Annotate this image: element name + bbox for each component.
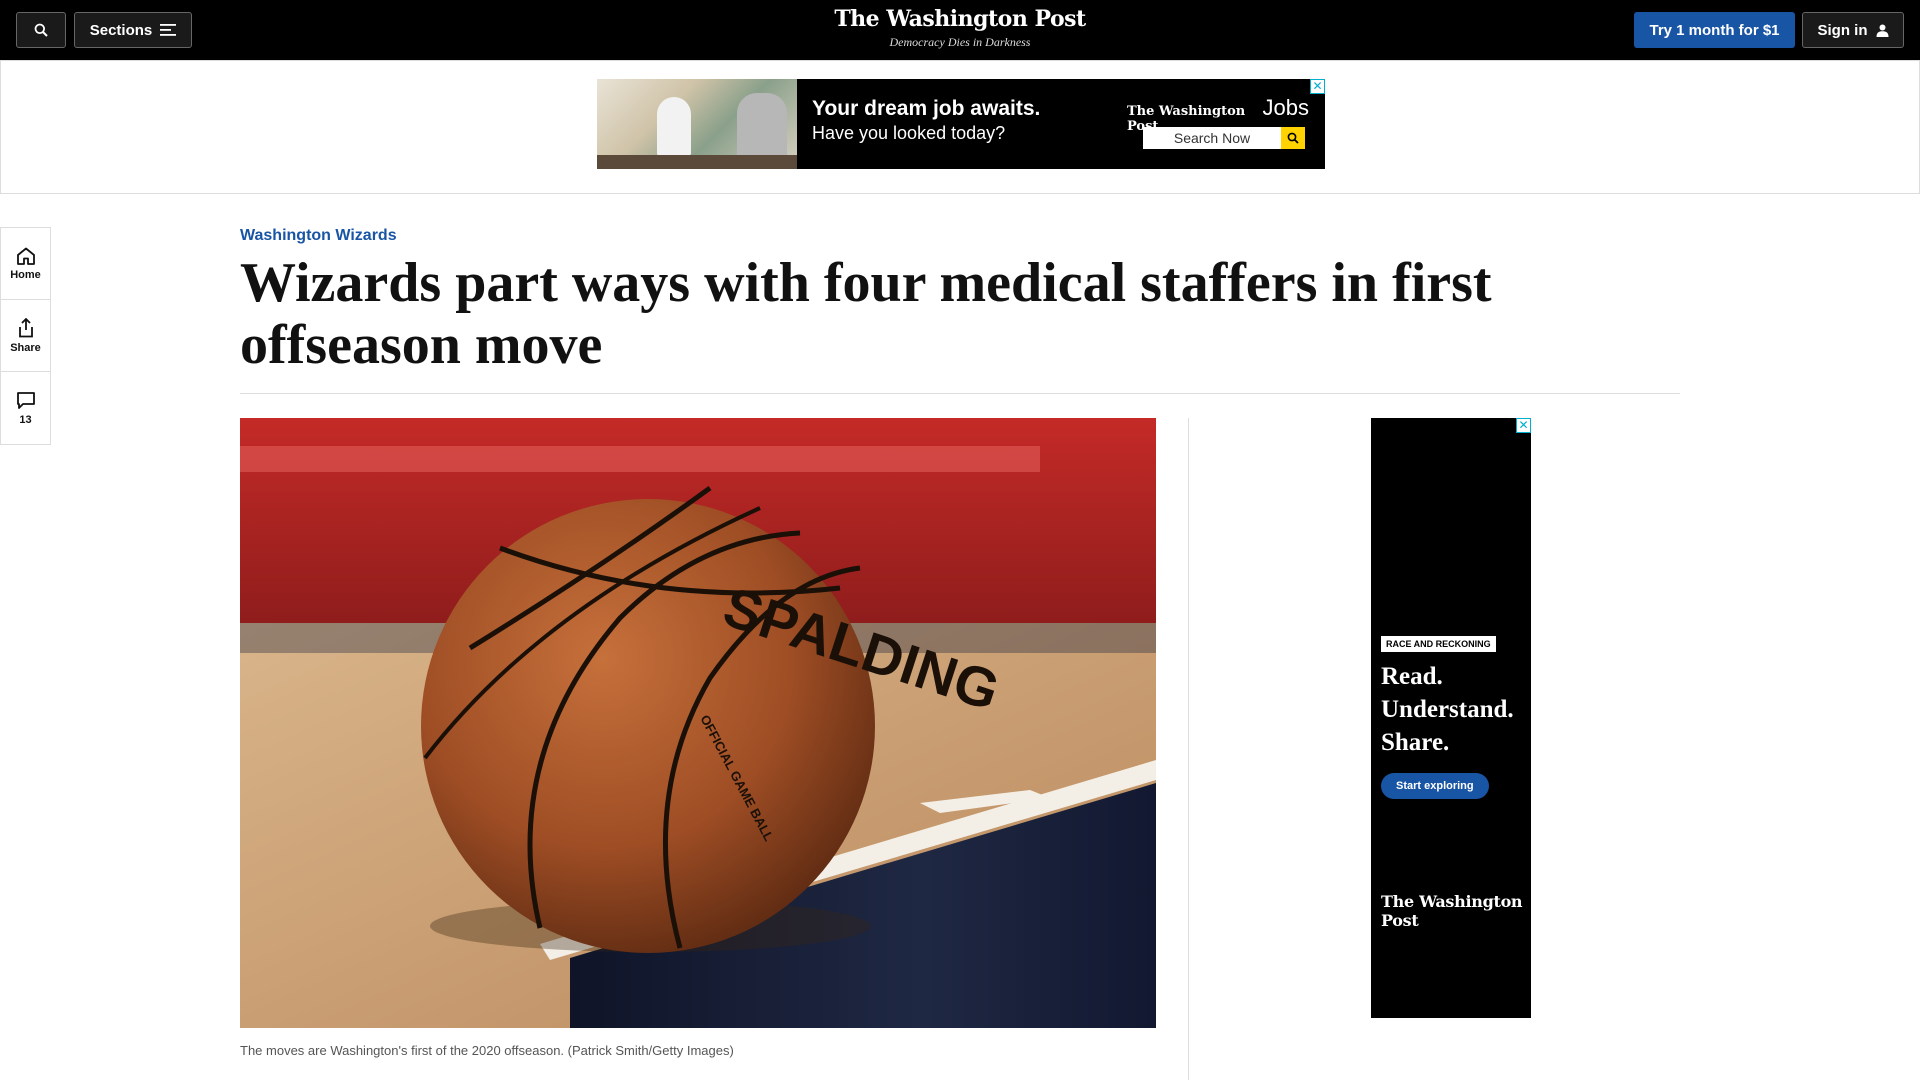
- column-divider: [1188, 418, 1189, 1080]
- ad-badge: RACE AND RECKONING: [1381, 636, 1496, 652]
- start-exploring-button[interactable]: Start exploring: [1381, 773, 1489, 799]
- section-kicker-link[interactable]: Washington Wizards: [240, 227, 397, 245]
- article-headline: Wizards part ways with four medical staf…: [240, 252, 1492, 376]
- home-icon: [16, 247, 35, 265]
- site-logo[interactable]: The Washington Post: [760, 6, 1160, 32]
- lead-photo-basketball: SPALDING OFFICIAL GAME BALL: [240, 418, 1156, 1028]
- ad-photo: [597, 79, 797, 169]
- photo-caption: The moves are Washington's first of the …: [240, 1043, 734, 1058]
- rail-comments-count: 13: [19, 413, 32, 426]
- site-tagline: Democracy Dies in Darkness: [889, 35, 1031, 49]
- user-icon: [1876, 24, 1888, 37]
- rail-share-label: Share: [10, 341, 41, 354]
- masthead[interactable]: The Washington Post Democracy Dies in Da…: [760, 6, 1160, 50]
- sections-button[interactable]: Sections: [74, 12, 192, 48]
- top-navigation-bar: Sections The Washington Post Democracy D…: [0, 0, 1920, 60]
- ad-search-button[interactable]: Search Now: [1143, 127, 1305, 149]
- side-ad-close-icon[interactable]: ✕: [1516, 418, 1531, 433]
- ad-copy: Your dream job awaits. Have you looked t…: [797, 79, 1127, 169]
- jobs-ad-banner[interactable]: Your dream job awaits. Have you looked t…: [597, 79, 1325, 169]
- rail-share-button[interactable]: Share: [1, 300, 50, 372]
- rail-home-label: Home: [10, 268, 41, 281]
- ad-wapo-logo: The Washington Post: [1381, 892, 1523, 930]
- header-divider: [240, 393, 1680, 394]
- search-icon: [34, 23, 48, 37]
- sign-in-button[interactable]: Sign in: [1802, 12, 1904, 48]
- top-ad-strip: Your dream job awaits. Have you looked t…: [0, 60, 1920, 194]
- subscribe-button[interactable]: Try 1 month for $1: [1634, 12, 1795, 48]
- ad-line-share: Share.: [1381, 729, 1450, 756]
- sign-in-label: Sign in: [1817, 21, 1868, 39]
- ad-brand-suffix: Jobs: [1262, 95, 1309, 120]
- share-icon: [18, 317, 33, 337]
- search-button[interactable]: [16, 12, 66, 48]
- left-action-rail: Home Share 13: [0, 227, 51, 445]
- race-and-reckoning-ad[interactable]: RACE AND RECKONING Read. Understand. Sha…: [1371, 418, 1531, 1018]
- comment-icon: [16, 391, 35, 409]
- ad-search-label: Search Now: [1173, 130, 1251, 146]
- menu-icon: [160, 24, 177, 36]
- ad-subline: Have you looked today?: [812, 123, 1006, 143]
- rail-home-button[interactable]: Home: [1, 228, 50, 300]
- ad-right-panel: The Washington Post Jobs Search Now: [1127, 79, 1325, 169]
- ad-line-read: Read.: [1381, 663, 1443, 690]
- ad-line-understand: Understand.: [1381, 696, 1514, 723]
- ad-close-icon[interactable]: ✕: [1310, 79, 1325, 94]
- ad-search-icon: [1281, 127, 1305, 149]
- sections-label: Sections: [89, 21, 153, 39]
- ad-headline-lines: Read. Understand. Share.: [1381, 660, 1514, 759]
- ad-headline: Your dream job awaits.: [812, 97, 1041, 120]
- rail-comments-button[interactable]: 13: [1, 372, 50, 444]
